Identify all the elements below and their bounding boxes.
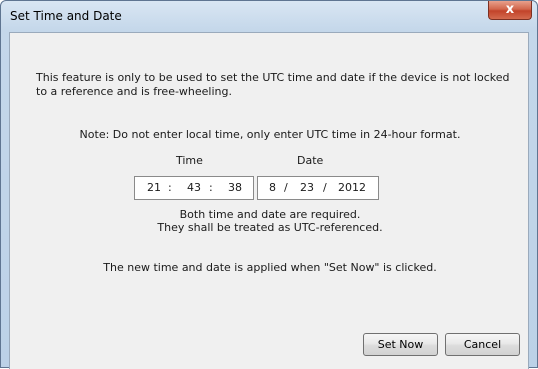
window-title: Set Time and Date: [10, 9, 122, 23]
date-day-input[interactable]: 23: [296, 181, 314, 194]
note-text: Note: Do not enter local time, only ente…: [79, 128, 461, 141]
required-text-line1: Both time and date are required.: [179, 208, 361, 221]
time-label: Time: [176, 154, 203, 167]
date-year-input[interactable]: 2012: [336, 181, 366, 194]
date-month-input[interactable]: 8: [262, 181, 276, 194]
description-text: This feature is only to be used to set t…: [36, 71, 510, 98]
apply-info-text: The new time and date is applied when "S…: [103, 261, 437, 274]
close-button[interactable]: x: [488, 1, 532, 20]
time-seconds-input[interactable]: 38: [220, 181, 242, 194]
date-field: 8 / 23 / 2012: [257, 176, 379, 200]
time-hours-input[interactable]: 21: [141, 181, 161, 194]
required-text-line2: They shall be treated as UTC-referenced.: [157, 221, 383, 234]
cancel-button[interactable]: Cancel: [445, 333, 520, 356]
date-label: Date: [297, 154, 324, 167]
date-separator: /: [284, 181, 288, 194]
date-separator: /: [323, 181, 327, 194]
time-separator: :: [209, 181, 213, 194]
time-minutes-input[interactable]: 43: [179, 181, 201, 194]
set-now-button[interactable]: Set Now: [363, 333, 438, 356]
time-field: 21 : 43 : 38: [134, 176, 254, 200]
title-bar[interactable]: Set Time and Date x: [1, 1, 537, 33]
close-icon: x: [505, 2, 515, 17]
time-separator: :: [168, 181, 172, 194]
dialog-window: Set Time and Date x This feature is only…: [0, 0, 538, 369]
dialog-client-area: This feature is only to be used to set t…: [9, 32, 529, 369]
